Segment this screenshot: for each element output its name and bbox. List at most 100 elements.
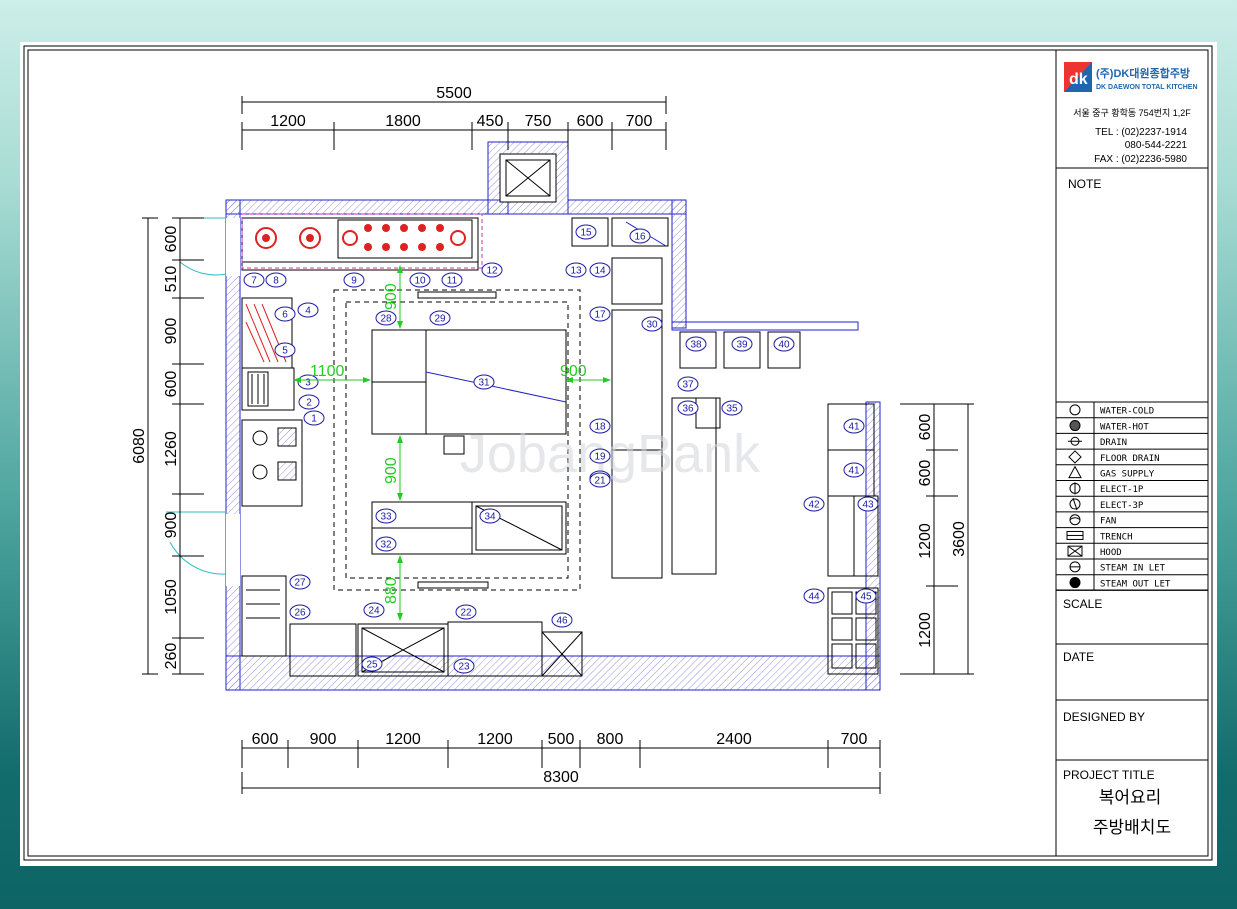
legend-label: TRENCH <box>1100 532 1133 542</box>
svg-text:19: 19 <box>594 452 606 463</box>
equipment-number-44: 44 <box>803 588 825 604</box>
burner-icon-group <box>255 219 473 259</box>
equipment-number-19: 19 <box>589 448 611 464</box>
wall-counter-line <box>671 321 859 331</box>
svg-text:8: 8 <box>273 276 279 287</box>
worktable-31 <box>425 329 567 435</box>
svg-text:13: 13 <box>570 266 582 277</box>
svg-text:4: 4 <box>305 306 311 317</box>
svg-text:26: 26 <box>294 608 306 619</box>
svg-text:37: 37 <box>682 380 694 391</box>
bottom-total-dim: 8300 <box>543 769 579 786</box>
project-title-label: PROJECT TITLE <box>1063 768 1155 782</box>
equipment-number-10: 10 <box>409 272 431 288</box>
svg-text:16: 16 <box>634 232 646 243</box>
equipment-number-29: 29 <box>429 310 451 326</box>
trench-icon <box>1066 530 1084 540</box>
equipment-number-6: 6 <box>274 306 296 322</box>
svg-text:43: 43 <box>862 500 874 511</box>
company-tel-1: TEL : (02)2237-1914 <box>1095 127 1187 138</box>
legend-label: FAN <box>1100 517 1116 527</box>
wall-top-left <box>225 199 509 215</box>
legend-label: ELECT-3P <box>1100 501 1144 511</box>
equipment-number-41: 41 <box>843 462 865 478</box>
svg-text:9: 9 <box>351 276 357 287</box>
bottom-dim-4: 500 <box>548 731 575 748</box>
company-name-ko: (주)DK대원종합주방 <box>1096 66 1190 80</box>
svg-text:24: 24 <box>368 606 380 617</box>
storage-27 <box>241 575 287 657</box>
equipment-number-24: 24 <box>363 602 385 618</box>
svg-text:18: 18 <box>594 422 606 433</box>
equipment-number-26: 26 <box>289 604 311 620</box>
equipment-number-39: 39 <box>731 336 753 352</box>
svg-text:34: 34 <box>484 512 496 523</box>
svg-text:25: 25 <box>366 660 378 671</box>
company-fax: FAX : (02)2236-5980 <box>1094 154 1187 165</box>
equipment-number-7: 7 <box>243 272 265 288</box>
top-total-dim: 5500 <box>436 85 472 102</box>
equipment-number-37: 37 <box>677 376 699 392</box>
top-dim-1: 1800 <box>385 113 421 130</box>
floor-plan: JobangBank 1234567 8 9 10 1112 13 1415 16171819… <box>166 141 881 691</box>
hood-icon <box>1067 545 1083 557</box>
right-dim-0: 600 <box>917 414 934 441</box>
svg-text:2: 2 <box>306 398 312 409</box>
equipment-number-21: 21 <box>589 472 611 488</box>
equipment-number-8: 8 <box>265 272 287 288</box>
svg-text:41: 41 <box>848 466 860 477</box>
equipment-number-17: 17 <box>589 306 611 322</box>
watermark: JobangBank <box>460 424 761 484</box>
legend-label: DRAIN <box>1100 438 1127 448</box>
equipment-number-27: 27 <box>289 574 311 590</box>
equipment-number-23: 23 <box>453 658 475 674</box>
bottom-dim-7: 700 <box>841 731 868 748</box>
equipment-number-9: 9 <box>343 272 365 288</box>
water-cold-icon <box>1069 404 1081 416</box>
equipment-number-42: 42 <box>803 496 825 512</box>
cooking-line <box>241 217 479 263</box>
equipment-number-34: 34 <box>479 508 501 524</box>
logo-mark: dk <box>1069 71 1088 88</box>
steam-outlet-icon <box>1069 577 1081 589</box>
left-total-dim: 6080 <box>131 428 148 464</box>
title-block: dk (주)DK대원종합주방 DK DAEWON TOTAL KITCHEN 서… <box>1055 50 1208 856</box>
equipment-number-40: 40 <box>773 336 795 352</box>
floor-plan-drawing: dk (주)DK대원종합주방 DK DAEWON TOTAL KITCHEN 서… <box>23 45 1213 861</box>
svg-text:35: 35 <box>726 404 738 415</box>
counter-42 <box>827 495 855 577</box>
top-dim-2: 450 <box>477 113 504 130</box>
equipment-number-14: 14 <box>589 262 611 278</box>
fan-icon <box>1069 514 1081 526</box>
equipment-number-33: 33 <box>375 508 397 524</box>
elect-1p-icon <box>1069 482 1081 495</box>
equipment-number-30: 30 <box>641 316 663 332</box>
equipment-number-22: 22 <box>455 604 477 620</box>
bottom-dim-1: 900 <box>310 731 337 748</box>
svg-text:32: 32 <box>380 540 392 551</box>
legend-label: GAS SUPPLY <box>1100 470 1155 480</box>
left-dim-1: 510 <box>163 266 180 293</box>
left-dim-5: 900 <box>163 512 180 539</box>
svg-text:14: 14 <box>594 266 606 277</box>
equipment-number-1: 1 <box>303 410 325 426</box>
bottom-dim-5: 800 <box>597 731 624 748</box>
top-dim-5: 700 <box>626 113 653 130</box>
right-dim-2: 1200 <box>917 523 934 559</box>
legend-label: STEAM IN LET <box>1100 564 1166 574</box>
equipment-number-28: 28 <box>375 310 397 326</box>
inner-dim-4: 880 <box>383 577 400 604</box>
date-label: DATE <box>1063 650 1094 664</box>
inner-dim-2: 900 <box>560 363 587 380</box>
legend-label: FLOOR DRAIN <box>1100 454 1160 464</box>
legend-label: ELECT-1P <box>1100 485 1144 495</box>
water-hot-icon <box>1069 420 1081 432</box>
note-label: NOTE <box>1068 177 1101 191</box>
legend-label: STEAM OUT LET <box>1100 579 1171 589</box>
drawing-sheet: dk (주)DK대원종합주방 DK DAEWON TOTAL KITCHEN 서… <box>20 42 1217 866</box>
svg-text:11: 11 <box>447 276 458 287</box>
legend-label: WATER-HOT <box>1100 422 1149 432</box>
equipment-number-31: 31 <box>473 374 495 390</box>
wall-right-upper <box>671 199 687 329</box>
designed-by-label: DESIGNED BY <box>1063 710 1145 724</box>
